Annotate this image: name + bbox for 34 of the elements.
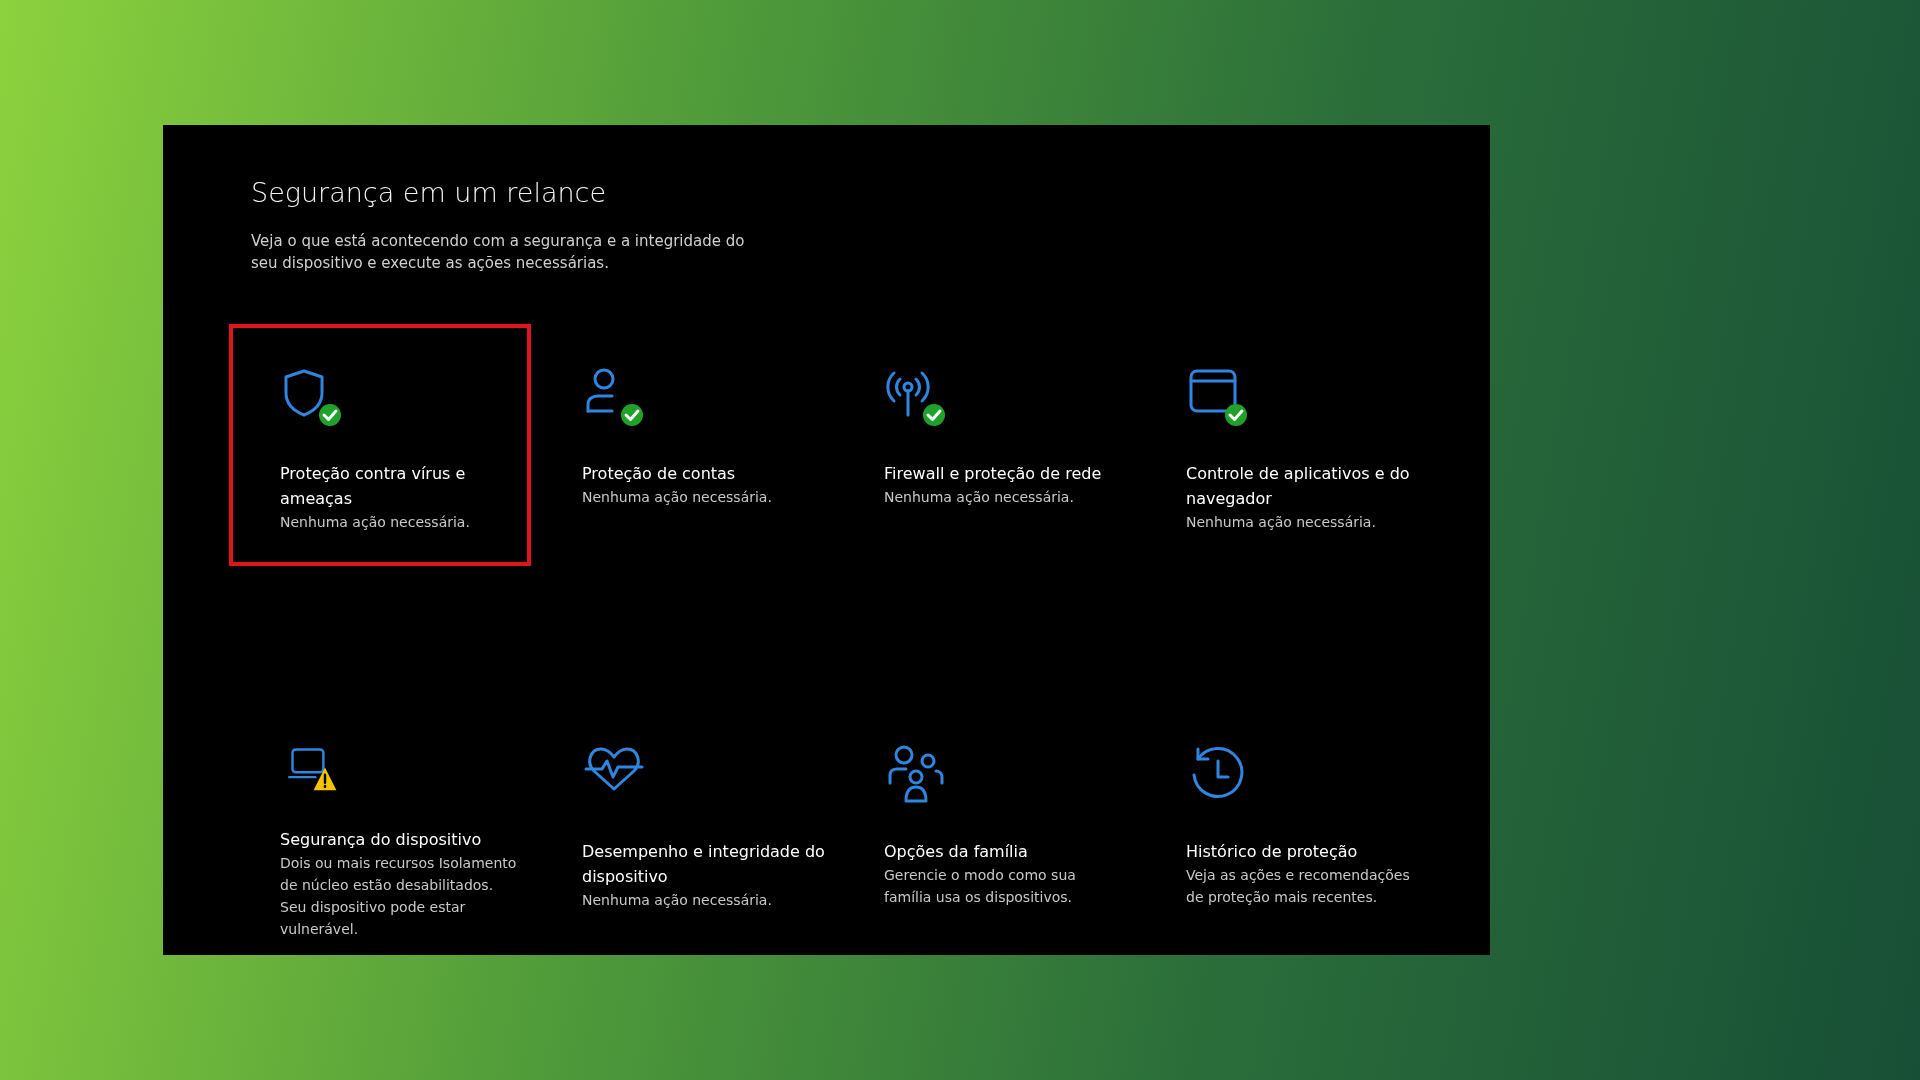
tile-title: Firewall e proteção de rede <box>884 463 1103 485</box>
security-tile[interactable]: Firewall e proteção de rede Nenhuma ação necessária. <box>833 324 1135 566</box>
security-tile[interactable]: Histórico de proteção Veja as ações e recomendações de proteção mais recentes. <box>1135 702 1437 944</box>
tile-title: Segurança do dispositivo <box>280 829 483 851</box>
laptop-icon <box>288 748 325 779</box>
security-tile[interactable]: Controle de aplicativos e do navegador Nenhuma ação necessária. <box>1135 324 1437 566</box>
antenna-icon <box>886 371 930 417</box>
security-tile[interactable]: Segurança do dispositivo Dois ou mais recursos Isolamento de núcleo estão desabilitados. Seu dispositivo pode estar vulnerável. <box>229 702 531 944</box>
tile-title: Controle de aplicativos e do navegador <box>1186 463 1411 510</box>
window-icon <box>1189 369 1237 413</box>
family-icon <box>888 745 944 803</box>
tile-status-text: Nenhuma ação necessária. <box>582 488 773 507</box>
history-clock-icon <box>1192 747 1244 798</box>
tile-title: Desempenho e integridade do dispositivo <box>582 841 825 888</box>
tile-title: Opções da família <box>884 841 1029 863</box>
security-tile[interactable]: Desempenho e integridade do dispositivo Nenhuma ação necessária. <box>531 702 833 944</box>
heart-pulse-icon <box>584 747 644 791</box>
shield-icon <box>284 369 324 417</box>
page-title: Segurança em um relance <box>251 177 608 208</box>
person-icon <box>586 368 615 413</box>
security-tile[interactable]: Opções da família Gerencie o modo como sua família usa os dispositivos. <box>833 702 1135 944</box>
tile-status-text: Dois ou mais recursos Isolamento de núcleo estão desabilitados. Seu dispositivo pode estar vulnerável. <box>280 854 518 939</box>
page-description: Veja o que está acontecendo com a segurança e a integridade do seu dispositivo e execute as ações necessárias. <box>251 231 746 274</box>
tile-status-text: Nenhuma ação necessária. <box>884 488 1075 507</box>
tile-title: Proteção contra vírus e ameaças <box>280 463 467 510</box>
tile-status-text: Nenhuma ação necessária. <box>1186 513 1377 532</box>
tile-status-text: Nenhuma ação necessária. <box>280 513 471 532</box>
tile-status-text: Nenhuma ação necessária. <box>582 891 773 910</box>
tile-status-text: Gerencie o modo como sua família usa os dispositivos. <box>884 866 1077 907</box>
highlighted-tile[interactable]: Proteção contra vírus e ameaças Nenhuma ação necessária. <box>229 324 531 566</box>
tile-title: Proteção de contas <box>582 463 737 485</box>
tile-title: Histórico de proteção <box>1186 841 1359 863</box>
tile-status-text: Veja as ações e recomendações de proteção mais recentes. <box>1186 866 1411 907</box>
security-tile[interactable]: Proteção de contas Nenhuma ação necessária. <box>531 324 833 566</box>
